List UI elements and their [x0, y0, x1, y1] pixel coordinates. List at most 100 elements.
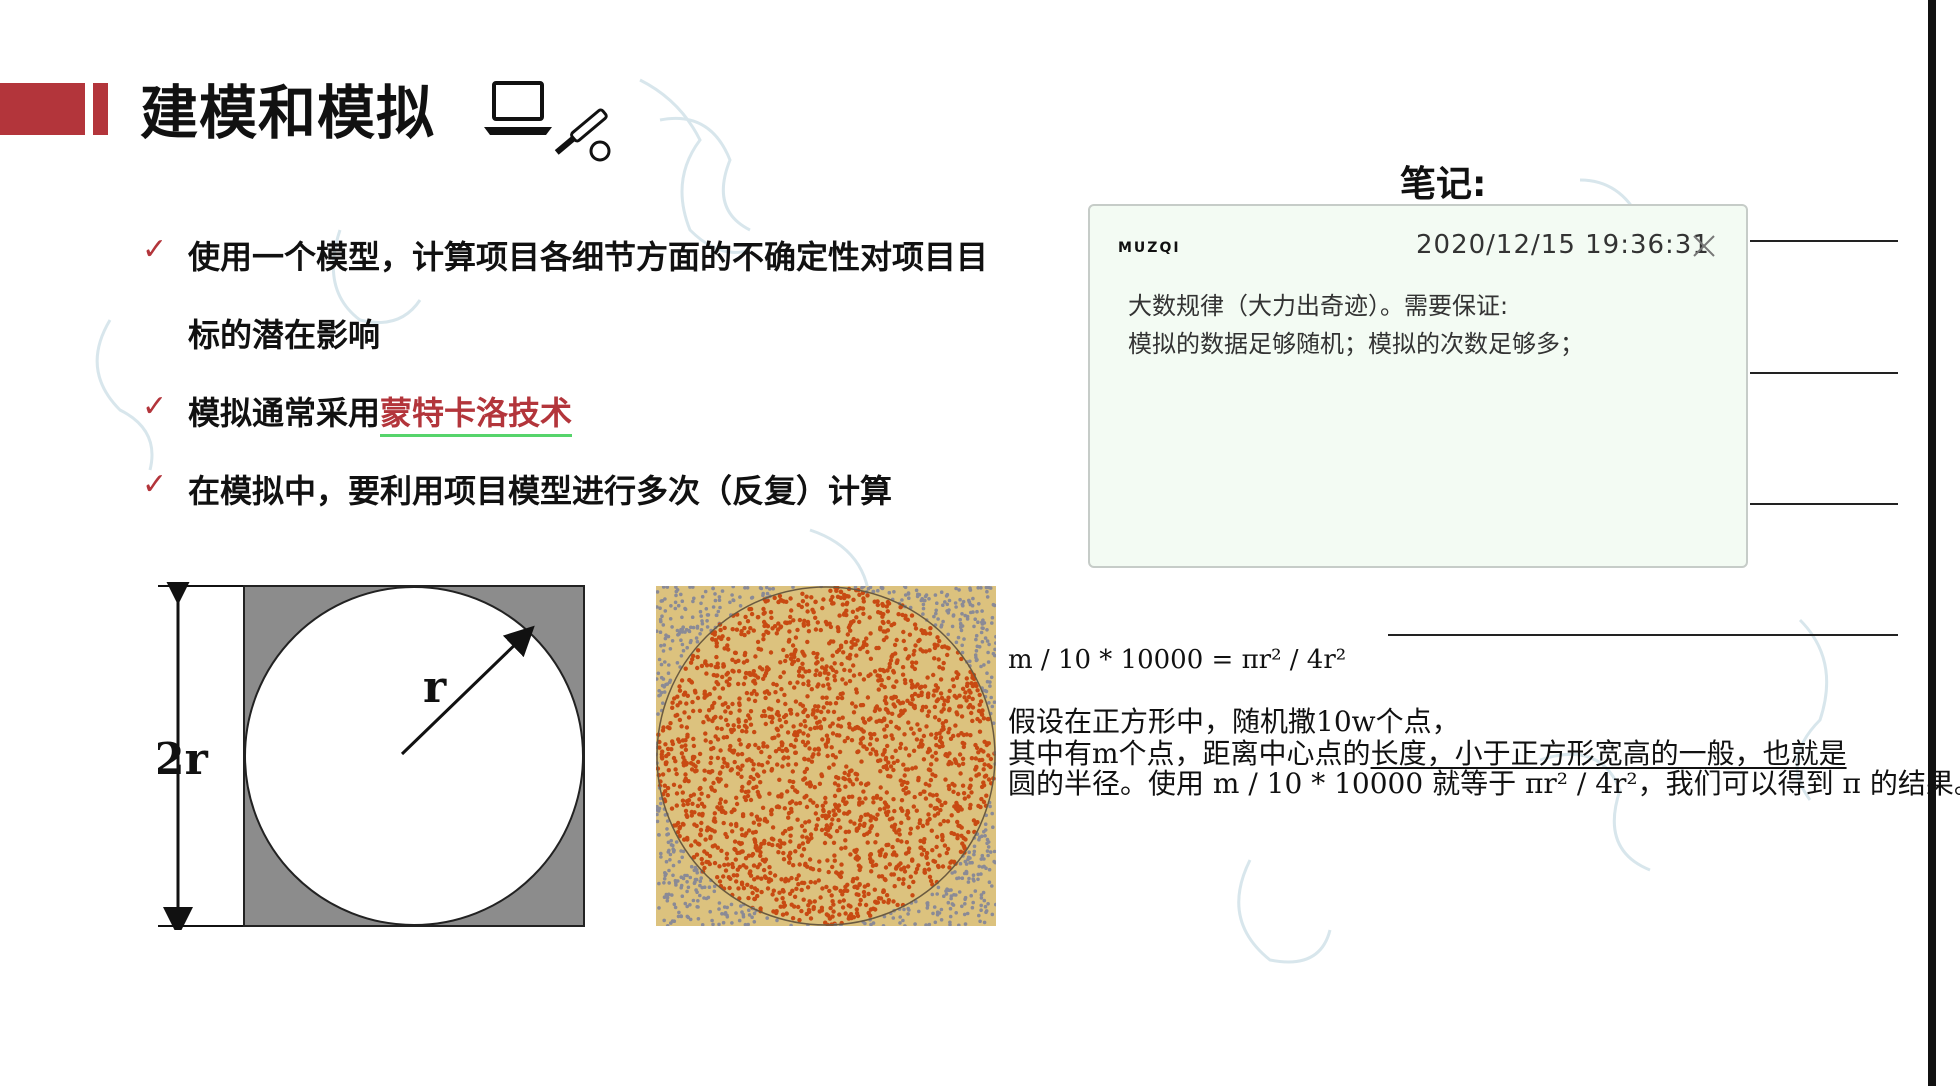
inside-dot: [908, 874, 913, 879]
inside-dot: [747, 780, 752, 785]
inside-dot: [937, 799, 942, 804]
inside-dot: [925, 821, 930, 826]
inside-dot: [860, 800, 865, 805]
inside-dot: [874, 737, 880, 742]
inside-dot: [927, 631, 933, 636]
inside-dot: [949, 830, 954, 836]
inside-dot: [766, 841, 772, 846]
inside-dot: [780, 764, 785, 769]
inside-dot: [906, 846, 912, 851]
outside-dot: [902, 907, 906, 912]
outside-dot: [972, 852, 976, 857]
inside-dot: [760, 805, 766, 810]
inside-dot: [784, 911, 789, 916]
inside-dot: [824, 622, 830, 627]
inside-dot: [966, 794, 971, 799]
inside-dot: [877, 807, 883, 812]
inside-dot: [714, 673, 719, 678]
inside-dot: [846, 916, 851, 921]
inside-dot: [789, 875, 794, 881]
outside-dot: [987, 867, 992, 872]
inside-dot: [747, 716, 752, 721]
inside-dot: [739, 788, 744, 793]
inside-dot: [842, 888, 847, 893]
outside-dot: [985, 671, 989, 675]
inside-dot: [894, 679, 899, 684]
inside-dot: [977, 702, 982, 707]
inside-dot: [819, 657, 825, 662]
outside-dot: [722, 905, 727, 909]
outside-dot: [679, 654, 684, 658]
inside-dot: [702, 849, 707, 854]
inside-dot: [723, 868, 729, 873]
inside-dot: [674, 771, 679, 777]
inside-dot: [873, 862, 879, 868]
outside-dot: [990, 811, 994, 816]
outside-dot: [685, 873, 689, 878]
outside-dot: [936, 617, 940, 621]
inside-dot: [764, 819, 770, 824]
inside-dot: [703, 738, 708, 743]
inside-dot: [900, 672, 906, 677]
inside-dot: [726, 875, 731, 880]
inside-dot: [726, 862, 731, 867]
inside-dot: [820, 803, 825, 808]
outside-dot: [752, 911, 757, 916]
inside-dot: [928, 777, 934, 783]
outside-dot: [980, 834, 984, 838]
inside-dot: [707, 853, 713, 859]
inside-dot: [863, 812, 868, 817]
inside-dot: [854, 826, 859, 832]
inside-dot: [825, 753, 830, 759]
inside-dot: [978, 804, 983, 810]
inside-dot: [665, 792, 670, 798]
inside-dot: [845, 655, 850, 660]
outside-dot: [659, 855, 663, 859]
inside-dot: [796, 904, 801, 910]
inside-dot: [942, 843, 948, 848]
inside-dot: [874, 752, 879, 757]
inside-dot: [721, 874, 726, 879]
inside-dot: [825, 676, 830, 681]
close-icon[interactable]: [1690, 232, 1718, 260]
inside-dot: [848, 852, 853, 857]
inside-dot: [718, 770, 723, 775]
outside-dot: [729, 902, 734, 907]
inside-dot: [751, 669, 756, 674]
inside-dot: [862, 719, 867, 724]
inside-dot: [986, 753, 991, 758]
outside-dot: [673, 606, 678, 611]
outside-dot: [934, 611, 938, 616]
inside-dot: [891, 767, 896, 773]
outside-dot: [738, 604, 743, 608]
inside-dot: [843, 884, 848, 889]
note-card[interactable]: MUZQI 2020/12/15 19:36:31 大数规律（大力出奇迹）。需要…: [1088, 204, 1748, 568]
inside-dot: [743, 797, 749, 803]
inside-dot: [686, 715, 692, 720]
inside-dot: [783, 701, 788, 707]
inside-dot: [709, 785, 714, 790]
outside-dot: [984, 909, 989, 913]
outside-dot: [933, 593, 938, 597]
inside-dot: [809, 595, 814, 600]
inside-dot: [960, 783, 966, 788]
inside-dot: [785, 730, 791, 735]
inside-dot: [950, 677, 956, 682]
inside-dot: [936, 657, 941, 662]
inside-dot: [817, 781, 823, 786]
inside-dot: [805, 639, 810, 645]
inside-dot: [819, 827, 825, 833]
inside-dot: [854, 907, 859, 912]
inside-dot: [854, 653, 859, 658]
inside-dot: [660, 749, 665, 754]
outside-dot: [679, 638, 683, 642]
inside-dot: [752, 886, 758, 891]
inside-dot: [725, 762, 730, 767]
inside-dot: [728, 710, 733, 715]
outside-dot: [761, 591, 765, 596]
outside-dot: [939, 590, 944, 594]
inside-dot: [670, 700, 675, 705]
outside-dot: [979, 857, 984, 861]
inside-dot: [851, 673, 857, 678]
inside-dot: [817, 672, 823, 677]
